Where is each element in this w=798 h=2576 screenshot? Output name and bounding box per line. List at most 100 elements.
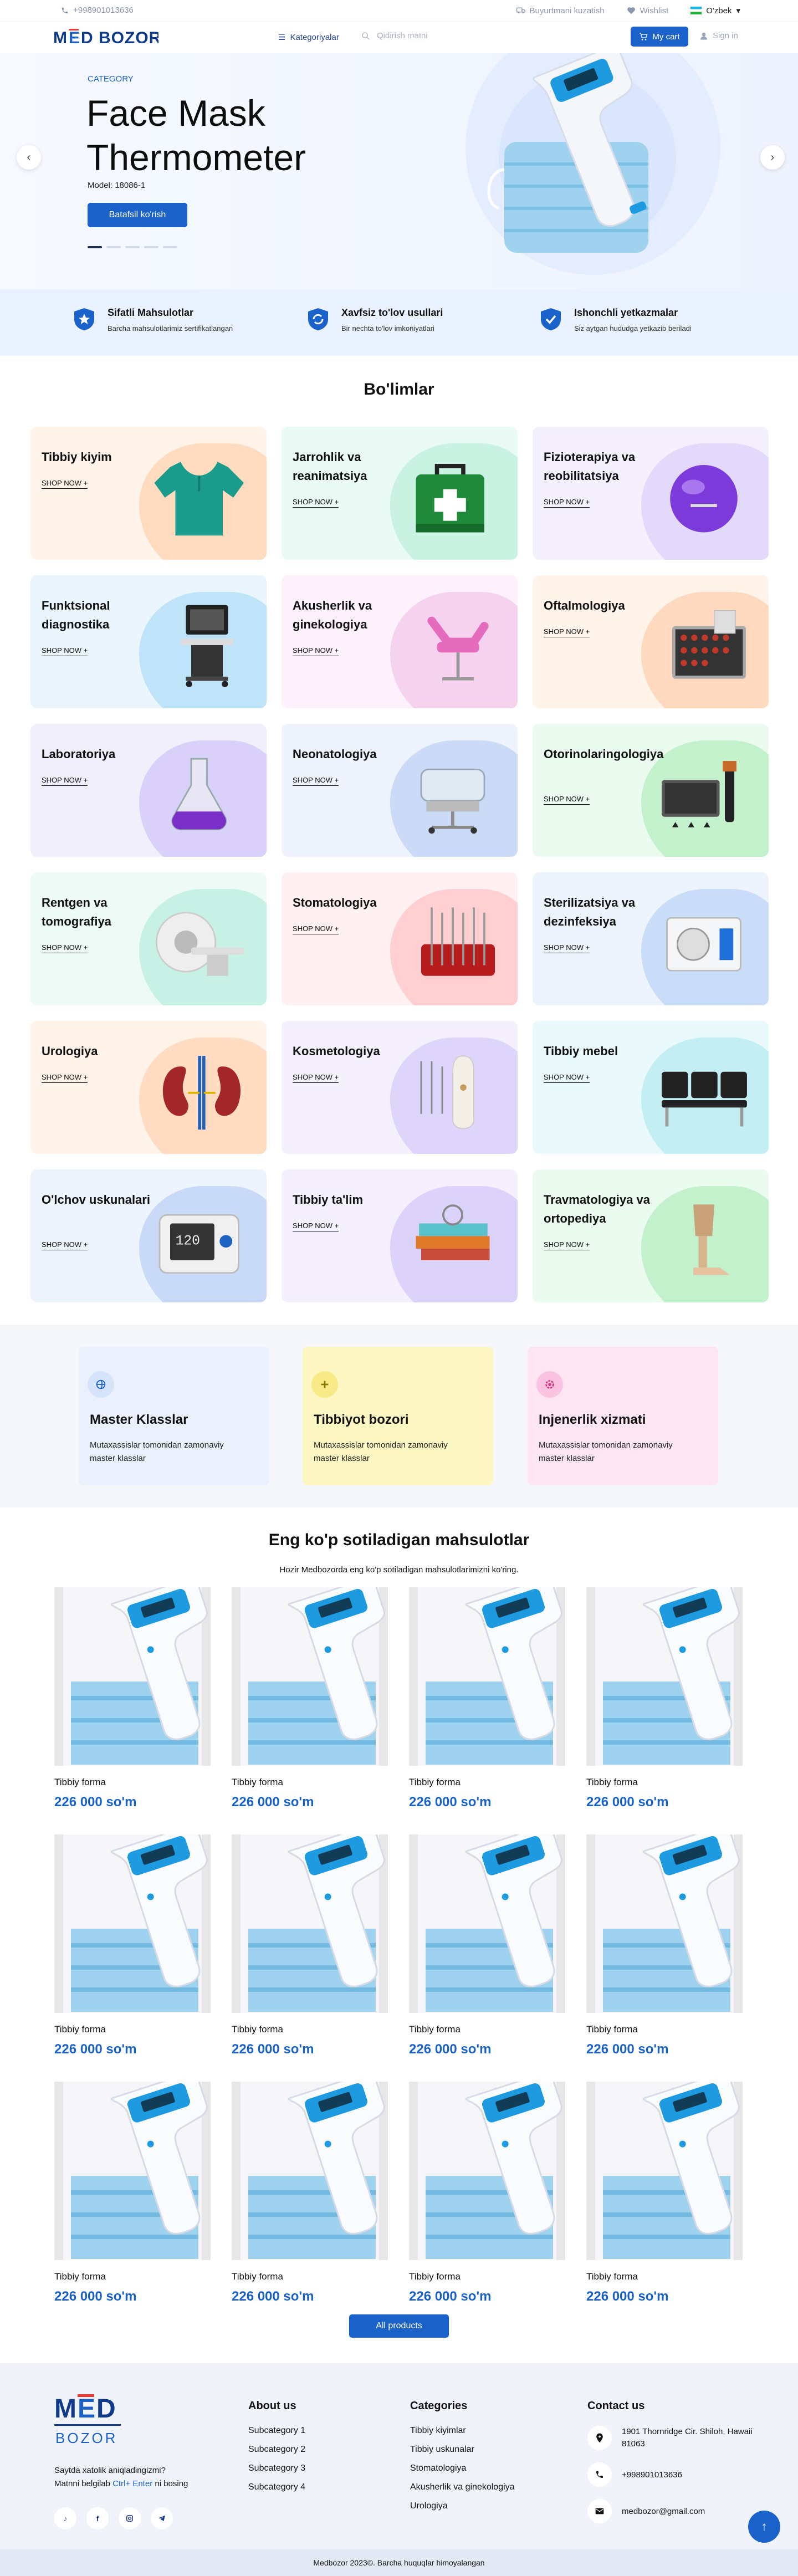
shop-now-link[interactable]: SHOP NOW + xyxy=(293,924,339,934)
track-order-link[interactable]: Buyurtmani kuzatish xyxy=(516,6,605,16)
category-card[interactable]: Sterilizatsiya va dezinfeksiya SHOP NOW … xyxy=(533,872,769,1005)
product-image[interactable] xyxy=(232,2082,388,2260)
facebook-icon[interactable]: f xyxy=(86,2507,109,2529)
category-card[interactable]: Kosmetologiya SHOP NOW + xyxy=(282,1021,518,1154)
instagram-icon[interactable] xyxy=(119,2507,141,2529)
product-image[interactable] xyxy=(409,1587,565,1766)
category-card[interactable]: Fizioterapiya va reobilitatsiya SHOP NOW… xyxy=(533,427,769,560)
product-name[interactable]: Tibbiy forma xyxy=(409,2024,565,2035)
category-card[interactable]: Neonatologiya SHOP NOW + xyxy=(282,724,518,857)
shop-now-link[interactable]: SHOP NOW + xyxy=(293,1073,339,1083)
category-card[interactable]: Urologiya SHOP NOW + xyxy=(30,1021,267,1154)
footer-link[interactable]: Tibbiy kiyimlar xyxy=(410,2426,515,2436)
product-card[interactable]: Tibbiy forma 226 000 so'm xyxy=(232,2082,388,2304)
product-card[interactable]: Tibbiy forma 226 000 so'm xyxy=(586,2082,743,2304)
product-name[interactable]: Tibbiy forma xyxy=(586,2271,743,2282)
footer-link[interactable]: Subcategory 3 xyxy=(248,2463,305,2473)
product-name[interactable]: Tibbiy forma xyxy=(54,2271,211,2282)
shop-now-link[interactable]: SHOP NOW + xyxy=(42,776,88,786)
category-card[interactable]: Stomatologiya SHOP NOW + xyxy=(282,872,518,1005)
categories-menu-button[interactable]: ☰ Kategoriyalar xyxy=(278,32,339,43)
telegram-icon[interactable] xyxy=(151,2507,173,2529)
product-image[interactable] xyxy=(232,1834,388,2013)
category-card[interactable]: Oftalmologiya SHOP NOW + xyxy=(533,575,769,708)
shop-now-link[interactable]: SHOP NOW + xyxy=(293,776,339,786)
slider-dot[interactable] xyxy=(106,246,121,248)
contact-phone[interactable]: +998901013636 xyxy=(587,2462,754,2487)
product-image[interactable] xyxy=(586,1587,743,1766)
category-card[interactable]: Otorinolaringologiya SHOP NOW + xyxy=(533,724,769,857)
shop-now-link[interactable]: SHOP NOW + xyxy=(42,1240,88,1250)
slider-next-arrow[interactable]: › xyxy=(760,145,785,170)
product-card[interactable]: Tibbiy forma 226 000 so'm xyxy=(586,1587,743,1810)
service-card-master-classes[interactable]: Master Klasslar Mutaxassislar tomonidan … xyxy=(79,1347,269,1485)
footer-link[interactable]: Subcategory 1 xyxy=(248,2426,305,2436)
category-card[interactable]: Jarrohlik va reanimatsiya SHOP NOW + xyxy=(282,427,518,560)
slider-dot[interactable] xyxy=(163,246,177,248)
product-card[interactable]: Tibbiy forma 226 000 so'm xyxy=(54,1587,211,1810)
slider-prev-arrow[interactable]: ‹ xyxy=(17,145,41,170)
product-name[interactable]: Tibbiy forma xyxy=(232,2024,388,2035)
category-card[interactable]: O'lchov uskunalari SHOP NOW + 120 xyxy=(30,1169,267,1302)
shop-now-link[interactable]: SHOP NOW + xyxy=(544,627,590,637)
product-card[interactable]: Tibbiy forma 226 000 so'm xyxy=(409,1834,565,2057)
shop-now-link[interactable]: SHOP NOW + xyxy=(293,498,339,508)
hero-details-button[interactable]: Batafsil ko'rish xyxy=(88,203,187,227)
all-products-button[interactable]: All products xyxy=(349,2314,449,2338)
product-image[interactable] xyxy=(409,1834,565,2013)
category-card[interactable]: Tibbiy mebel SHOP NOW + xyxy=(533,1021,769,1154)
slider-dot[interactable] xyxy=(144,246,158,248)
category-card[interactable]: Rentgen va tomografiya SHOP NOW + xyxy=(30,872,267,1005)
category-card[interactable]: Laboratoriya SHOP NOW + xyxy=(30,724,267,857)
shop-now-link[interactable]: SHOP NOW + xyxy=(293,1221,339,1231)
footer-link[interactable]: Subcategory 2 xyxy=(248,2445,305,2455)
footer-logo[interactable]: M E D BOZOR xyxy=(54,2392,126,2453)
scroll-to-top-button[interactable]: ↑ xyxy=(748,2511,780,2543)
footer-link[interactable]: Subcategory 4 xyxy=(248,2482,305,2492)
product-name[interactable]: Tibbiy forma xyxy=(409,2271,565,2282)
wishlist-link[interactable]: Wishlist xyxy=(627,6,668,16)
product-image[interactable] xyxy=(54,1834,211,2013)
site-logo[interactable]: MED BOZOR xyxy=(53,28,158,47)
category-card[interactable]: Tibbiy kiyim SHOP NOW + xyxy=(30,427,267,560)
product-card[interactable]: Tibbiy forma 226 000 so'm xyxy=(232,1587,388,1810)
product-name[interactable]: Tibbiy forma xyxy=(409,1777,565,1788)
shop-now-link[interactable]: SHOP NOW + xyxy=(42,1073,88,1083)
shop-now-link[interactable]: SHOP NOW + xyxy=(544,943,590,953)
shop-now-link[interactable]: SHOP NOW + xyxy=(42,479,88,489)
shop-now-link[interactable]: SHOP NOW + xyxy=(544,795,590,805)
product-image[interactable] xyxy=(54,2082,211,2260)
shop-now-link[interactable]: SHOP NOW + xyxy=(42,646,88,656)
footer-link[interactable]: Akusherlik va ginekologiya xyxy=(410,2482,515,2492)
product-card[interactable]: Tibbiy forma 226 000 so'm xyxy=(409,1587,565,1810)
footer-link[interactable]: Tibbiy uskunalar xyxy=(410,2445,515,2455)
footer-link[interactable]: Urologiya xyxy=(410,2501,515,2511)
cart-button[interactable]: My cart xyxy=(631,27,688,47)
service-card-medical-market[interactable]: Tibbiyot bozori Mutaxassislar tomonidan … xyxy=(303,1347,493,1485)
category-card[interactable]: Tibbiy ta'lim SHOP NOW + xyxy=(282,1169,518,1302)
product-image[interactable] xyxy=(409,2082,565,2260)
slider-dot[interactable] xyxy=(88,246,102,248)
product-name[interactable]: Tibbiy forma xyxy=(54,1777,211,1788)
product-name[interactable]: Tibbiy forma xyxy=(54,2024,211,2035)
product-image[interactable] xyxy=(232,1587,388,1766)
product-name[interactable]: Tibbiy forma xyxy=(232,2271,388,2282)
shop-now-link[interactable]: SHOP NOW + xyxy=(544,498,590,508)
product-name[interactable]: Tibbiy forma xyxy=(586,2024,743,2035)
product-card[interactable]: Tibbiy forma 226 000 so'm xyxy=(232,1834,388,2057)
top-phone[interactable]: +998901013636 xyxy=(61,6,134,15)
slider-dot[interactable] xyxy=(125,246,140,248)
product-card[interactable]: Tibbiy forma 226 000 so'm xyxy=(54,2082,211,2304)
product-name[interactable]: Tibbiy forma xyxy=(586,1777,743,1788)
contact-email[interactable]: medbozor@gmail.com xyxy=(587,2499,754,2523)
shop-now-link[interactable]: SHOP NOW + xyxy=(293,646,339,656)
product-card[interactable]: Tibbiy forma 226 000 so'm xyxy=(409,2082,565,2304)
product-card[interactable]: Tibbiy forma 226 000 so'm xyxy=(586,1834,743,2057)
shop-now-link[interactable]: SHOP NOW + xyxy=(544,1240,590,1250)
category-card[interactable]: Travmatologiya va ortopediya SHOP NOW + xyxy=(533,1169,769,1302)
product-image[interactable] xyxy=(586,2082,743,2260)
product-image[interactable] xyxy=(54,1587,211,1766)
category-card[interactable]: Funktsional diagnostika SHOP NOW + xyxy=(30,575,267,708)
sign-in-link[interactable]: Sign in xyxy=(699,31,738,40)
product-image[interactable] xyxy=(586,1834,743,2013)
